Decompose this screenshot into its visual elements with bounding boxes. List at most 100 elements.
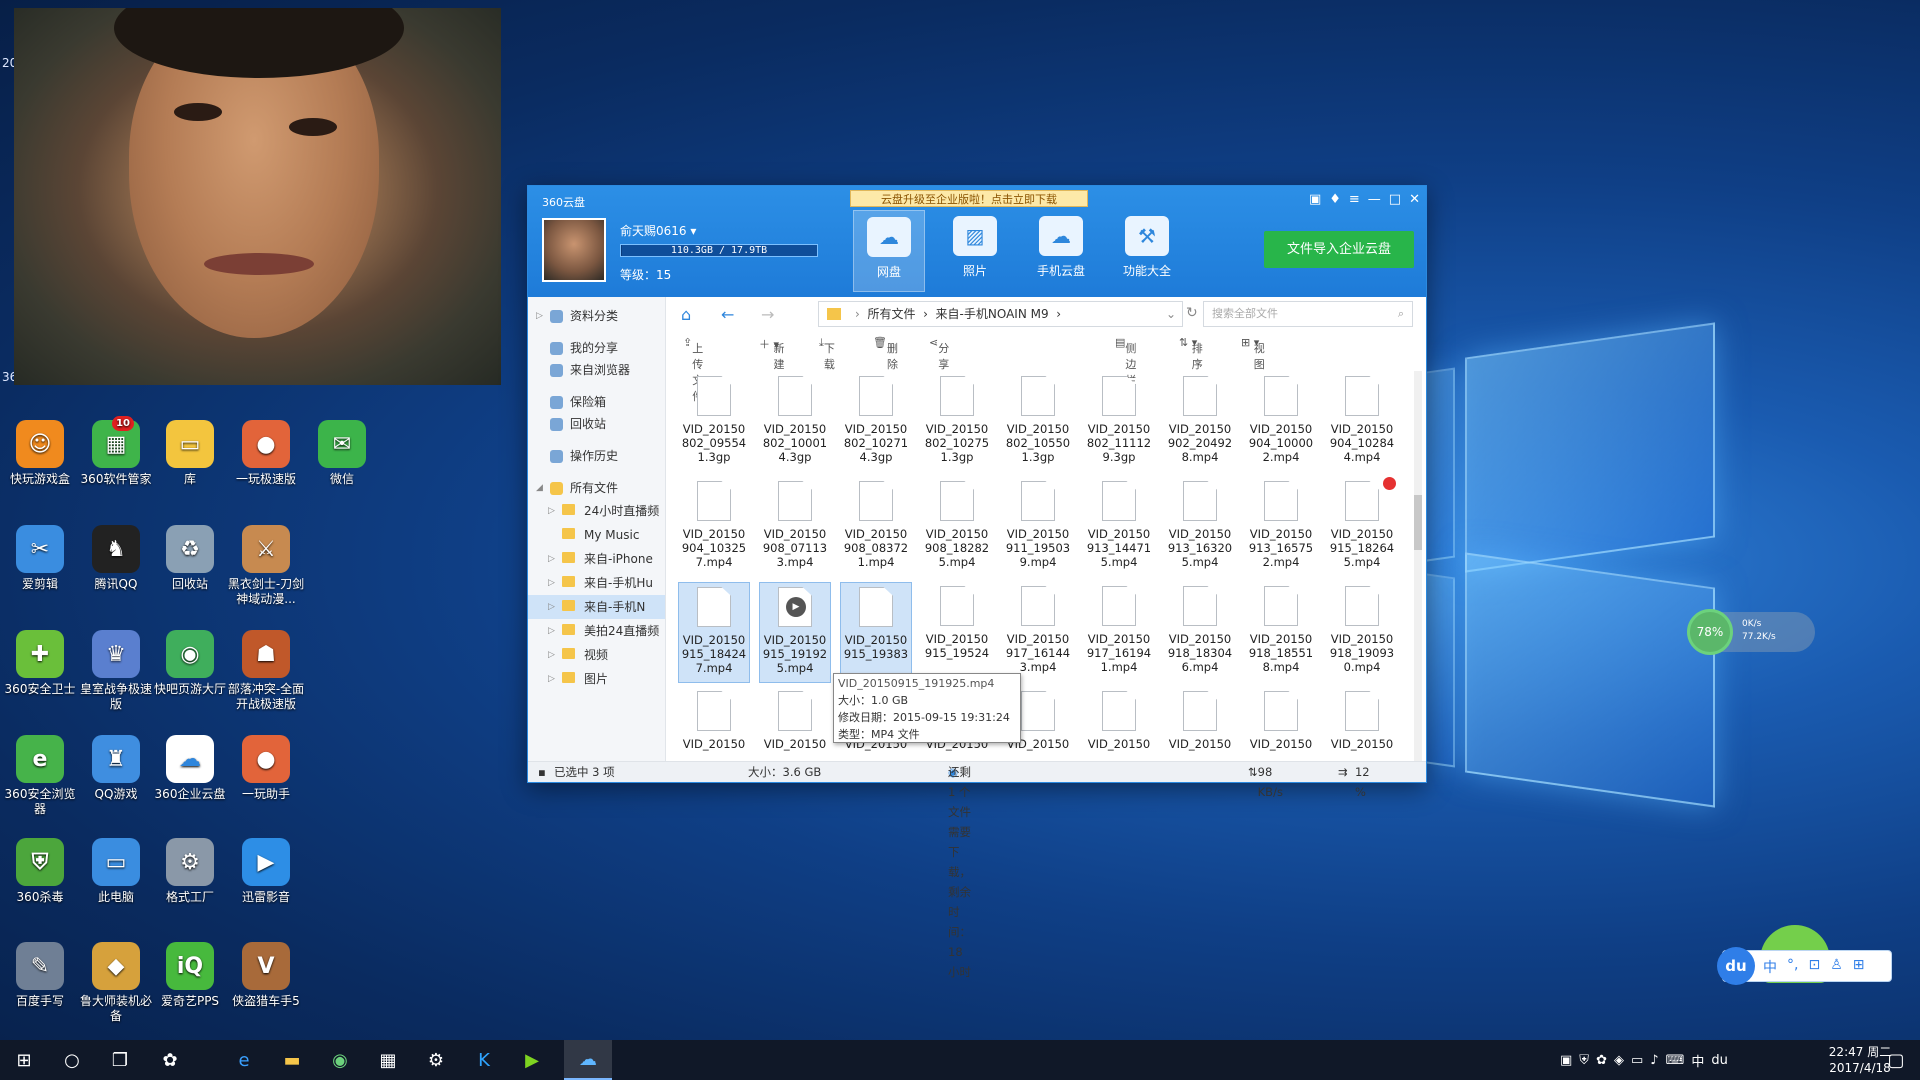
upload-button[interactable]: ⇪ 上传文件 [683, 336, 703, 403]
search-input[interactable]: 搜索全部文件 ⌕ [1203, 301, 1413, 327]
desktop-icon[interactable]: ☗ 部落冲突-全面开战极速版 [226, 630, 306, 712]
network-speed-widget[interactable]: 78% 0K/s 77.2K/s [1687, 609, 1815, 655]
desktop-icon[interactable]: ◆ 鲁大师装机必备 [76, 942, 156, 1024]
sidebar-folder[interactable]: ▷ 24小时直播频 [528, 499, 665, 523]
desktop-icon[interactable]: ♜ QQ游戏 [76, 735, 156, 802]
desktop-icon[interactable]: ◉ 快吧页游大厅 [150, 630, 230, 697]
ime-keyboard[interactable]: ⊡ [1808, 957, 1820, 977]
media-player-icon[interactable]: ▶ [508, 1040, 556, 1080]
desktop-icon[interactable]: ⚔ 黑衣剑士-刀剑神域动漫... [226, 525, 306, 607]
share-button[interactable]: ⋖ 分享 [929, 336, 949, 371]
chevron-down-icon[interactable]: ⌄ [1166, 302, 1176, 326]
tray-ime-icon[interactable]: ▣ [1560, 1053, 1572, 1068]
store-icon[interactable]: ▦ [364, 1040, 412, 1080]
flower-icon[interactable]: ✿ [1596, 1053, 1607, 1068]
task-view-icon[interactable]: ❐ [96, 1040, 144, 1080]
webcam-video[interactable] [14, 8, 501, 385]
tab-features[interactable]: ⚒ 功能大全 [1111, 210, 1183, 292]
file-item[interactable]: VID_20150 902_20492 8.mp4 [1164, 376, 1236, 473]
desktop-icon[interactable]: e 360安全浏览器 [0, 735, 80, 817]
speaker-icon[interactable]: ♪ [1650, 1053, 1658, 1068]
tray-app-icon[interactable]: ◈ [1614, 1053, 1624, 1068]
keyboard-icon[interactable]: ⌨ [1666, 1053, 1685, 1068]
file-item[interactable]: VID_20150 904_10325 7.mp4 [678, 477, 750, 578]
desktop-icon[interactable]: ♞ 腾讯QQ [76, 525, 156, 592]
file-item[interactable]: VID_20150 [1245, 687, 1317, 763]
file-item[interactable]: VID_20150 915_19524 [921, 582, 993, 683]
desktop-icon[interactable]: ✚ 360安全卫士 [0, 630, 80, 697]
start-button[interactable]: ⊞ [0, 1040, 48, 1080]
desktop-icon[interactable]: ✂ 爱剪辑 [0, 525, 80, 592]
sidebar-item-history[interactable]: 操作历史 [528, 445, 665, 467]
close-icon[interactable]: ✕ [1409, 192, 1420, 207]
cloud-disk-taskbar-icon[interactable]: ☁ [564, 1040, 612, 1080]
sidebar-item-categories[interactable]: ▷ 资料分类 [528, 305, 665, 327]
desktop-icon[interactable]: ▦ 10 360软件管家 [76, 416, 156, 487]
baidu-tray-icon[interactable]: du [1711, 1053, 1728, 1068]
import-to-enterprise-button[interactable]: 文件导入企业云盘 [1264, 231, 1414, 268]
file-item[interactable]: VID_20150 911_19503 9.mp4 [1002, 477, 1074, 578]
app-360-icon[interactable]: ✿ [146, 1040, 194, 1080]
file-item[interactable]: ▶ VID_20150 915_19192 5.mp4 [759, 582, 831, 683]
desktop-icon[interactable]: ▶ 迅雷影音 [226, 838, 306, 905]
sidebar-toggle-button[interactable]: ▤ 侧边栏 [1115, 336, 1136, 387]
file-item[interactable]: VID_20150 [678, 687, 750, 763]
file-explorer-icon[interactable]: ▬ [268, 1040, 316, 1080]
maximize-icon[interactable]: □ [1389, 192, 1401, 207]
desktop-icon[interactable]: ▭ 库 [150, 420, 230, 487]
username[interactable]: 俞天赐0616 ▾ [620, 222, 696, 239]
file-item[interactable]: VID_20150 915_18264 5.mp4 [1326, 477, 1398, 578]
action-center-icon[interactable]: ▢ [1872, 1040, 1920, 1080]
file-item[interactable]: VID_20150 918_18551 8.mp4 [1245, 582, 1317, 683]
tab-photos[interactable]: ▨ 照片 [939, 210, 1011, 292]
breadcrumb-root[interactable]: 所有文件 [867, 307, 915, 321]
file-item[interactable]: VID_20150 915_18424 7.mp4 [678, 582, 750, 683]
file-item[interactable]: VID_20150 802_09554 1.3gp [678, 376, 750, 473]
desktop-icon[interactable]: ✎ 百度手写 [0, 942, 80, 1009]
file-item[interactable]: VID_20150 802_10275 1.3gp [921, 376, 993, 473]
ime-user[interactable]: ♙ [1830, 957, 1843, 977]
sidebar-folder[interactable]: ▷ 美拍24直播频 [528, 619, 665, 643]
sort-button[interactable]: ⇅ 排序 ▾ [1179, 336, 1203, 371]
baidu-logo[interactable]: du [1717, 947, 1755, 985]
desktop-icon[interactable]: ♛ 皇室战争极速版 [76, 630, 156, 712]
sidebar-folder[interactable]: My Music [528, 523, 665, 547]
sidebar-folder[interactable]: ▷ 来自-手机N [528, 595, 665, 619]
skin-icon[interactable]: ♦ [1329, 192, 1341, 207]
file-item[interactable]: VID_20150 908_18282 5.mp4 [921, 477, 993, 578]
file-item[interactable]: VID_20150 915_19383 [840, 582, 912, 683]
new-button[interactable]: ＋ 新建 ▾ [759, 336, 785, 371]
file-item[interactable]: VID_20150 908_07113 3.mp4 [759, 477, 831, 578]
minimize-icon[interactable]: — [1368, 192, 1381, 207]
remove-icon[interactable] [1383, 477, 1396, 490]
view-button[interactable]: ⊞ 视图 ▾ [1241, 336, 1265, 371]
sidebar-item-from-browser[interactable]: 来自浏览器 [528, 359, 665, 381]
avatar[interactable] [542, 218, 606, 282]
sidebar-item-my-share[interactable]: 我的分享 [528, 337, 665, 359]
desktop-icon[interactable]: ✉ 微信 [302, 420, 382, 487]
desktop-icon[interactable]: ● 一玩助手 [226, 735, 306, 802]
sidebar-folder[interactable]: ▷ 视频 [528, 643, 665, 667]
breadcrumb-current[interactable]: 来自-手机NOAIN M9 [936, 307, 1049, 321]
file-scrollbar[interactable] [1414, 371, 1422, 763]
sidebar-folder[interactable]: ▷ 图片 [528, 667, 665, 691]
file-item[interactable]: VID_20150 908_08372 1.mp4 [840, 477, 912, 578]
desktop-icon[interactable]: ▭ 此电脑 [76, 838, 156, 905]
desktop-icon[interactable]: ⛨ 360杀毒 [0, 838, 80, 905]
file-item[interactable]: VID_20150 904_10000 2.mp4 [1245, 376, 1317, 473]
sidebar-item-recycle-bin[interactable]: 回收站 [528, 413, 665, 435]
menu-icon[interactable]: ≡ [1349, 192, 1360, 207]
download-button[interactable]: ⤓ 下载 [819, 336, 835, 371]
sidebar-folder[interactable]: ▷ 来自-iPhone [528, 547, 665, 571]
ime-chinese-mode[interactable]: 中 [1763, 957, 1777, 977]
language-indicator[interactable]: 中 [1691, 1051, 1704, 1070]
kugou-icon[interactable]: K [460, 1040, 508, 1080]
file-item[interactable]: VID_20150 802_10550 1.3gp [1002, 376, 1074, 473]
file-item[interactable]: VID_20150 [1326, 687, 1398, 763]
refresh-icon[interactable]: ↻ [1186, 305, 1198, 321]
feedback-icon[interactable]: ▣ [1309, 192, 1321, 207]
desktop-icon[interactable]: ● 一玩极速版 [226, 420, 306, 487]
back-arrow-icon[interactable]: ← [721, 305, 734, 324]
file-item[interactable]: VID_20150 917_16194 1.mp4 [1083, 582, 1155, 683]
sidebar-item-all-files[interactable]: ◢ 所有文件 [528, 477, 665, 499]
